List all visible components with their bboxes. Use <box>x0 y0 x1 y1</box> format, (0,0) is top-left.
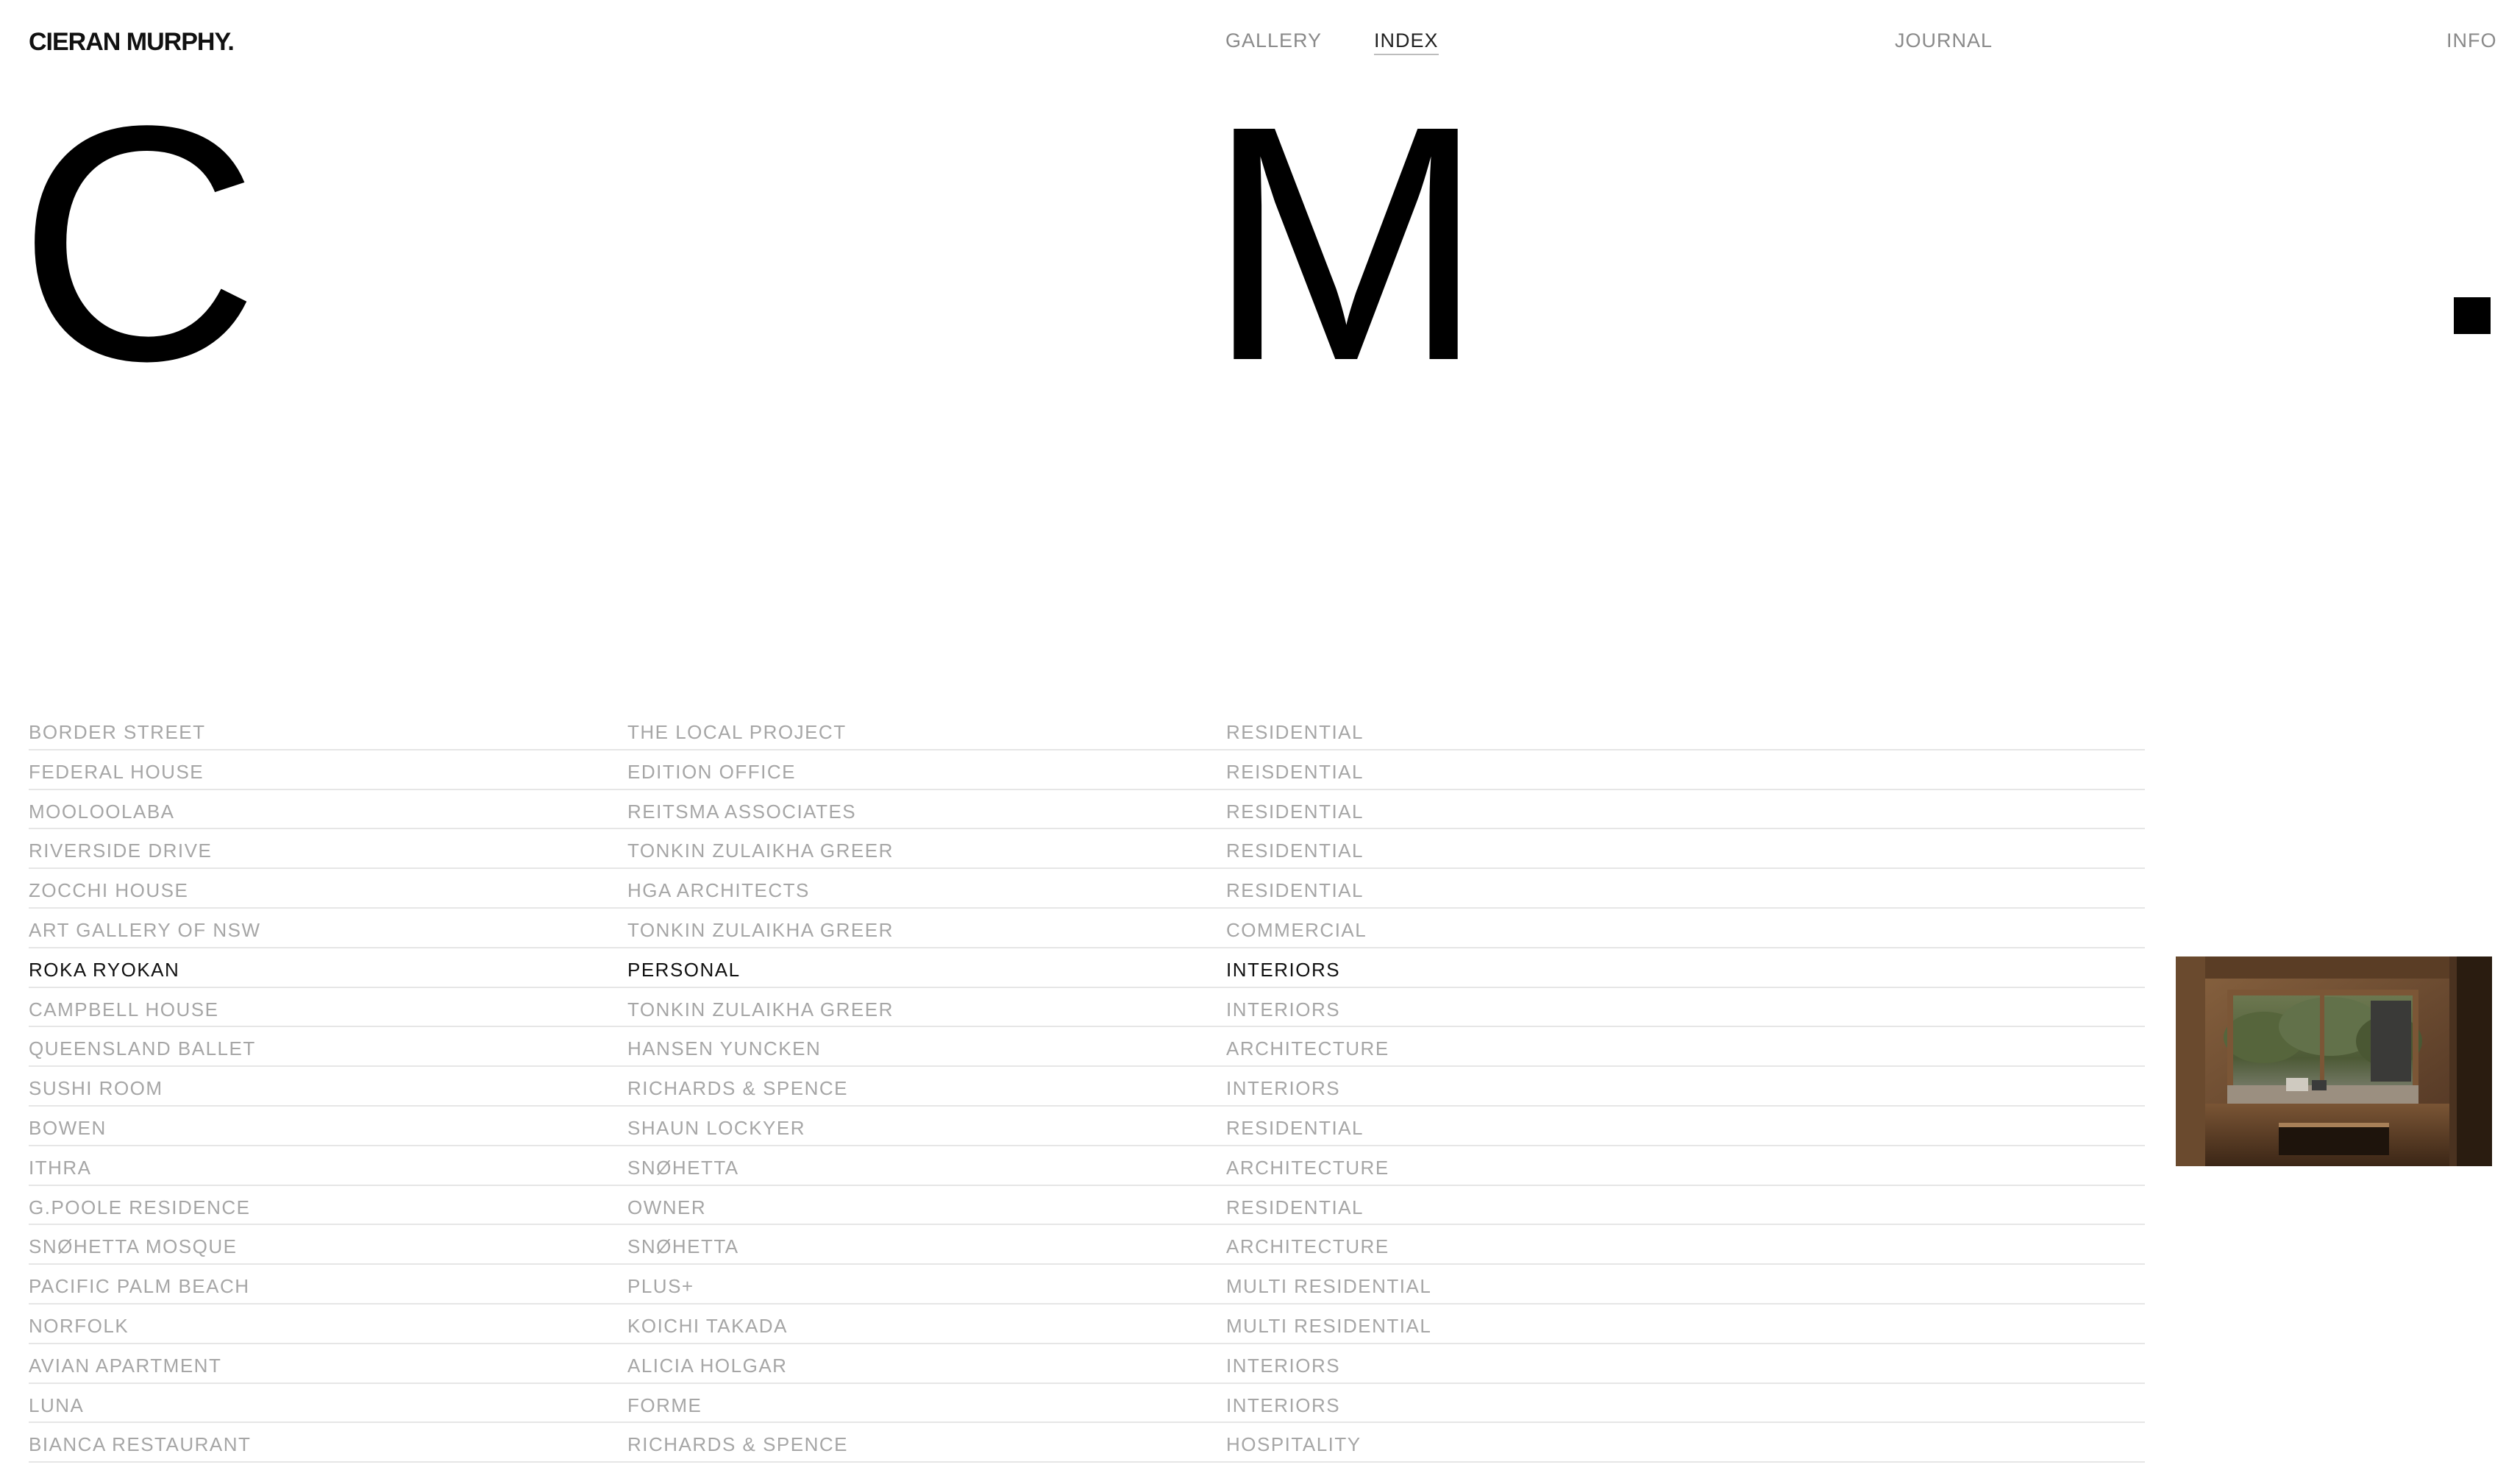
site-logo[interactable]: CIERAN MURPHY. <box>29 28 235 57</box>
project-name: G.POOLE RESIDENCE <box>29 1196 251 1218</box>
index-row[interactable]: CAMPBELL HOUSE TONKIN ZULAIKHA GREER INTER… <box>29 988 2145 1028</box>
project-name: MOOLOOLABA <box>29 800 175 823</box>
project-name: ITHRA <box>29 1156 92 1179</box>
project-client: TONKIN ZULAIKHA GREER <box>627 840 894 862</box>
project-category: RESIDENTIAL <box>1226 800 1364 823</box>
index-row[interactable]: BORDER STREET THE LOCAL PROJECT RESIDENTIA… <box>29 711 2145 750</box>
index-row[interactable]: LUNA FORME INTERIORS <box>29 1384 2145 1424</box>
project-name: RIVERSIDE DRIVE <box>29 840 213 862</box>
project-client: SNØHETTA <box>627 1156 739 1179</box>
index-row[interactable]: AVIAN APARTMENT ALICIA HOLGAR INTERIORS <box>29 1344 2145 1384</box>
project-name: BIANCA RESTAURANT <box>29 1433 252 1456</box>
project-category: MULTI RESIDENTIAL <box>1226 1275 1432 1298</box>
project-name: ROKA RYOKAN <box>29 958 180 981</box>
project-name: ZOCCHI HOUSE <box>29 879 189 902</box>
index-row[interactable]: SNØHETTA MOSQUE SNØHETTA ARCHITECTURE <box>29 1225 2145 1266</box>
project-category: RESIDENTIAL <box>1226 879 1364 902</box>
project-category: RESIDENTIAL <box>1226 721 1364 743</box>
project-client: FORME <box>627 1394 702 1416</box>
project-name: CAMPBELL HOUSE <box>29 998 219 1021</box>
nav-journal[interactable]: JOURNAL <box>1895 29 1993 52</box>
project-name: NORFOLK <box>29 1314 129 1337</box>
project-client: RICHARDS & SPENCE <box>627 1433 848 1456</box>
index-row[interactable]: ITHRA SNØHETTA ARCHITECTURE <box>29 1146 2145 1186</box>
index-row[interactable]: RIVERSIDE DRIVE TONKIN ZULAIKHA GREER RESI… <box>29 829 2145 870</box>
project-name: QUEENSLAND BALLET <box>29 1037 256 1060</box>
project-client: TONKIN ZULAIKHA GREER <box>627 918 894 941</box>
index-row[interactable]: BIANCA RESTAURANT RICHARDS & SPENCE HOSPIT… <box>29 1423 2145 1463</box>
index-row[interactable]: PACIFIC PALM BEACH PLUS+ MULTI RESIDENTIAL <box>29 1265 2145 1305</box>
project-client: EDITION OFFICE <box>627 760 796 783</box>
index-row[interactable]: MOOLOOLABA REITSMA ASSOCIATES RESIDENTIAL <box>29 790 2145 830</box>
project-name: SUSHI ROOM <box>29 1077 163 1100</box>
project-client: OWNER <box>627 1196 707 1218</box>
project-category: INTERIORS <box>1226 998 1341 1021</box>
project-category: REISDENTIAL <box>1226 760 1364 783</box>
project-category: RESIDENTIAL <box>1226 840 1364 862</box>
project-index-list: BORDER STREET THE LOCAL PROJECT RESIDENTIA… <box>29 711 2145 1463</box>
project-category: INTERIORS <box>1226 1394 1341 1416</box>
project-category: HOSPITALITY <box>1226 1433 1362 1456</box>
project-category: INTERIORS <box>1226 1077 1341 1100</box>
project-client: REITSMA ASSOCIATES <box>627 800 857 823</box>
project-client: KOICHI TAKADA <box>627 1314 788 1337</box>
project-name: SNØHETTA MOSQUE <box>29 1235 238 1258</box>
index-row[interactable]: ZOCCHI HOUSE HGA ARCHITECTS RESIDENTIAL <box>29 869 2145 909</box>
project-client: RICHARDS & SPENCE <box>627 1077 848 1100</box>
project-name: BOWEN <box>29 1116 107 1139</box>
project-name: AVIAN APARTMENT <box>29 1354 222 1377</box>
project-client: SNØHETTA <box>627 1235 739 1258</box>
project-preview-image <box>2176 956 2492 1166</box>
project-category: MULTI RESIDENTIAL <box>1226 1314 1432 1337</box>
hero-dot <box>2454 297 2491 334</box>
index-row[interactable]: BOWEN SHAUN LOCKYER RESIDENTIAL <box>29 1107 2145 1146</box>
index-row[interactable]: QUEENSLAND BALLET HANSEN YUNCKEN ARCHITECT… <box>29 1027 2145 1068</box>
nav-info[interactable]: INFO <box>2446 29 2497 52</box>
nav-gallery[interactable]: GALLERY <box>1225 29 1322 52</box>
page: CIERAN MURPHY. GALLERY INDEX JOURNAL INF… <box>0 0 2520 1473</box>
project-client: TONKIN ZULAIKHA GREER <box>627 998 894 1021</box>
project-name: BORDER STREET <box>29 721 206 743</box>
project-name: LUNA <box>29 1394 85 1416</box>
project-category: INTERIORS <box>1226 958 1341 981</box>
project-client: THE LOCAL PROJECT <box>627 721 847 743</box>
project-client: SHAUN LOCKYER <box>627 1116 805 1139</box>
project-client: ALICIA HOLGAR <box>627 1354 788 1377</box>
hero-letter-m: M <box>1206 57 1486 430</box>
hero-letter-c: C <box>18 57 260 430</box>
project-client: PERSONAL <box>627 958 741 981</box>
project-client: HANSEN YUNCKEN <box>627 1037 822 1060</box>
project-client: PLUS+ <box>627 1275 694 1298</box>
index-row[interactable]: SUSHI ROOM RICHARDS & SPENCE INTERIORS <box>29 1067 2145 1107</box>
project-category: ARCHITECTURE <box>1226 1156 1389 1179</box>
index-row[interactable]: ART GALLERY OF NSW TONKIN ZULAIKHA GREER C… <box>29 909 2145 948</box>
project-client: HGA ARCHITECTS <box>627 879 810 902</box>
project-name: FEDERAL HOUSE <box>29 760 204 783</box>
index-row[interactable]: FEDERAL HOUSE EDITION OFFICE REISDENTIAL <box>29 750 2145 790</box>
project-category: RESIDENTIAL <box>1226 1116 1364 1139</box>
index-row[interactable]: ROKA RYOKAN PERSONAL INTERIORS <box>29 948 2145 988</box>
project-name: ART GALLERY OF NSW <box>29 918 261 941</box>
project-category: INTERIORS <box>1226 1354 1341 1377</box>
index-row[interactable]: NORFOLK KOICHI TAKADA MULTI RESIDENTIAL <box>29 1305 2145 1344</box>
project-category: ARCHITECTURE <box>1226 1037 1389 1060</box>
project-category: RESIDENTIAL <box>1226 1196 1364 1218</box>
nav-index[interactable]: INDEX <box>1374 29 1439 55</box>
project-category: COMMERCIAL <box>1226 918 1367 941</box>
project-category: ARCHITECTURE <box>1226 1235 1389 1258</box>
index-row[interactable]: G.POOLE RESIDENCE OWNER RESIDENTIAL <box>29 1186 2145 1226</box>
project-name: PACIFIC PALM BEACH <box>29 1275 250 1298</box>
